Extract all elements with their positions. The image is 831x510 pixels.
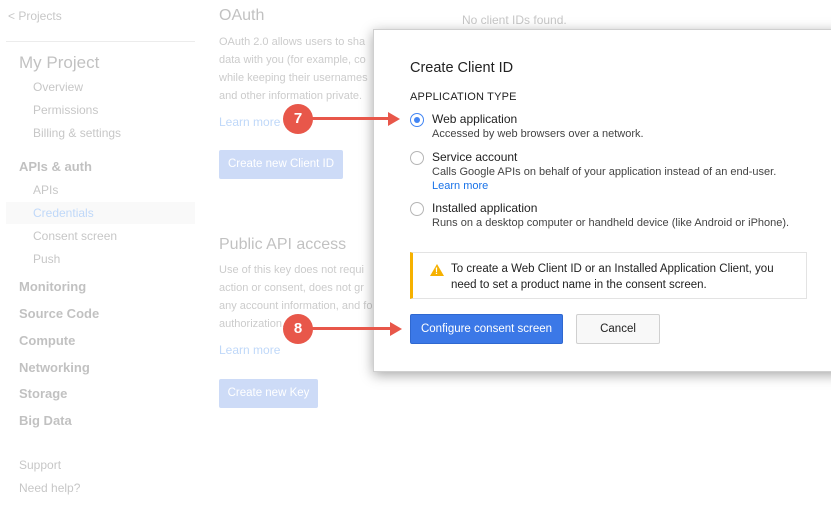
sidebar-section-monitoring[interactable]: Monitoring (19, 279, 86, 294)
warning-message: To create a Web Client ID or an Installe… (451, 263, 774, 291)
create-client-id-dialog: Create Client ID APPLICATION TYPE Web ap… (373, 29, 831, 372)
step-8-callout: 8 (283, 314, 313, 344)
radio-service-account[interactable] (410, 151, 424, 165)
sidebar-section-networking[interactable]: Networking (19, 360, 90, 375)
step-7-arrow-head-icon (388, 112, 400, 126)
sidebar-section-big-data[interactable]: Big Data (19, 413, 72, 428)
sidebar-need-help-link[interactable]: Need help? (19, 481, 80, 495)
sidebar-section-storage[interactable]: Storage (19, 386, 67, 401)
create-key-button[interactable]: Create new Key (219, 379, 318, 408)
step-7-arrow-line (311, 117, 389, 120)
application-type-label: APPLICATION TYPE (410, 91, 517, 103)
option-label: Service account (432, 150, 518, 164)
sidebar-section-apis-auth[interactable]: APIs & auth (19, 159, 92, 174)
step-8-arrow-line (311, 327, 391, 330)
sidebar-item-consent-screen[interactable]: Consent screen (33, 229, 117, 243)
dialog-title: Create Client ID (410, 60, 514, 76)
sidebar-support-link[interactable]: Support (19, 458, 61, 472)
public-api-heading: Public API access (219, 236, 347, 253)
option-description: Calls Google APIs on behalf of your appl… (432, 166, 777, 178)
sidebar-item-billing[interactable]: Billing & settings (33, 126, 121, 140)
warning-box: ! To create a Web Client ID or an Instal… (410, 252, 807, 299)
step-7-callout: 7 (283, 104, 313, 134)
sidebar-divider (6, 41, 195, 42)
option-description: Runs on a desktop computer or handheld d… (432, 217, 790, 229)
oauth-learn-more-link[interactable]: Learn more (219, 115, 280, 129)
no-client-ids-message: No client IDs found. (462, 13, 567, 27)
cancel-button[interactable]: Cancel (576, 314, 660, 344)
radio-web-application[interactable] (410, 113, 424, 127)
option-label: Installed application (432, 201, 538, 215)
step-8-arrow-head-icon (390, 322, 402, 336)
oauth-heading: OAuth (219, 7, 265, 24)
option-description: Accessed by web browsers over a network. (432, 128, 644, 140)
public-api-learn-more-link[interactable]: Learn more (219, 343, 280, 357)
sidebar-item-overview[interactable]: Overview (33, 80, 83, 94)
service-account-learn-more-link[interactable]: Learn more (432, 180, 488, 192)
sidebar-item-permissions[interactable]: Permissions (33, 103, 98, 117)
sidebar-item-push[interactable]: Push (33, 252, 60, 266)
radio-installed-application[interactable] (410, 202, 424, 216)
sidebar-item-credentials[interactable]: Credentials (33, 206, 94, 220)
create-client-id-button[interactable]: Create new Client ID (219, 150, 343, 179)
sidebar-section-source-code[interactable]: Source Code (19, 306, 99, 321)
sidebar-item-apis[interactable]: APIs (33, 183, 58, 197)
option-label: Web application (432, 112, 518, 126)
configure-consent-screen-button[interactable]: Configure consent screen (410, 314, 563, 344)
back-to-projects-link[interactable]: < Projects (8, 9, 62, 23)
oauth-description: OAuth 2.0 allows users to sha data with … (219, 36, 368, 102)
project-name: My Project (19, 53, 100, 72)
warning-icon: ! (430, 264, 444, 276)
sidebar-section-compute[interactable]: Compute (19, 333, 75, 348)
